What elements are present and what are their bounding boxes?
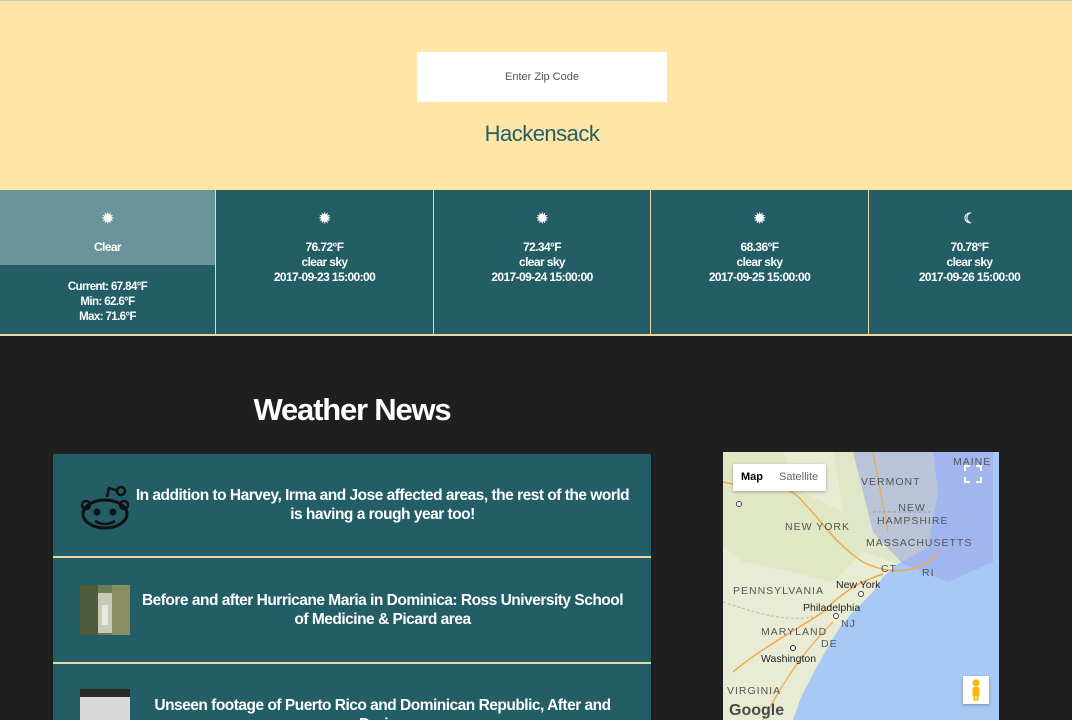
sun-icon: ✹: [753, 210, 766, 226]
forecast-day: ✹ 68.36°F clear sky 2017-09-25 15:00:00: [650, 190, 868, 334]
map-label-new-hampshire: NEW HAMPSHIRE: [877, 502, 949, 527]
map-type-map-button[interactable]: Map: [733, 464, 771, 491]
forecast-temp: 72.34°F: [523, 240, 562, 254]
today-summary: ✹ Clear: [0, 190, 215, 265]
today-min-temp: Min: 62.6°F: [80, 296, 135, 308]
map-label-de: DE: [821, 638, 838, 650]
map-label-vermont: VERMONT: [861, 476, 921, 488]
forecast-description: clear sky: [736, 255, 784, 269]
today-card: ✹ Clear Current: 67.84°F Min: 62.6°F Max…: [0, 190, 215, 334]
zip-code-input[interactable]: [417, 52, 667, 102]
forecast-temp: 76.72°F: [305, 240, 345, 254]
forecast-day: ✹ 72.34°F clear sky 2017-09-24 15:00:00: [433, 190, 650, 334]
news-headline[interactable]: Unseen footage of Puerto Rico and Domini…: [135, 696, 630, 720]
forecast-datetime: 2017-09-23 15:00:00: [273, 270, 376, 284]
reddit-alien-icon: [80, 485, 130, 530]
map-label-philadelphia: Philadelphia: [803, 602, 861, 614]
map-label-massachusetts: MASSACHUSETTS: [866, 537, 973, 549]
news-headline[interactable]: In addition to Harvey, Irma and Jose aff…: [135, 486, 630, 524]
forecast-description: clear sky: [301, 255, 349, 269]
pegman-icon: [972, 679, 980, 701]
forecast-datetime: 2017-09-25 15:00:00: [708, 270, 811, 284]
map-type-satellite-button[interactable]: Satellite: [771, 464, 826, 491]
news-item[interactable]: Unseen footage of Puerto Rico and Domini…: [53, 664, 651, 720]
map-label-maryland: MARYLAND: [761, 626, 828, 638]
forecast-description: clear sky: [946, 255, 994, 269]
map-label-new-york-city: New York: [836, 579, 881, 591]
city-name: Hackensack: [484, 121, 600, 146]
today-current-temp: Current: 67.84°F: [67, 281, 148, 293]
street-view-pegman-button[interactable]: [963, 676, 989, 704]
news-heading: Weather News: [253, 392, 452, 427]
map-label-pennsylvania: PENNSYLVANIA: [733, 585, 824, 597]
news-photo-thumbnail: [80, 585, 130, 635]
today-temps: Current: 67.84°F Min: 62.6°F Max: 71.6°F: [0, 280, 215, 325]
header: Hackensack: [0, 0, 1072, 190]
map-label-new-york-state: NEW YORK: [785, 521, 850, 533]
news-photo-thumbnail: [80, 689, 130, 720]
today-max-temp: Max: 71.6°F: [79, 311, 136, 323]
forecast-temp: 70.78°F: [950, 240, 990, 254]
forecast-datetime: 2017-09-26 15:00:00: [918, 270, 1021, 284]
forecast-temp: 68.36°F: [740, 240, 780, 254]
forecast-day: ✹ 76.72°F clear sky 2017-09-23 15:00:00: [215, 190, 433, 334]
forecast-strip: ✹ Clear Current: 67.84°F Min: 62.6°F Max…: [0, 190, 1072, 336]
news-item[interactable]: Before and after Hurricane Maria in Domi…: [53, 558, 651, 664]
sun-icon: ✹: [101, 210, 114, 226]
map-type-control: Map Satellite: [733, 464, 827, 491]
map-label-virginia: VIRGINIA: [727, 685, 782, 697]
news-headline[interactable]: Before and after Hurricane Maria in Domi…: [135, 591, 630, 629]
today-description: Clear: [93, 240, 122, 254]
news-item[interactable]: In addition to Harvey, Irma and Jose aff…: [53, 454, 651, 558]
fullscreen-icon[interactable]: [963, 464, 983, 484]
forecast-description: clear sky: [519, 255, 566, 269]
map[interactable]: VERMONT MAINE NEW HAMPSHIRE NEW YORK MAS…: [723, 452, 999, 720]
moon-icon: ☾: [963, 210, 977, 226]
sun-icon: ✹: [536, 210, 548, 226]
forecast-datetime: 2017-09-24 15:00:00: [491, 270, 593, 284]
google-logo: Google: [729, 702, 785, 719]
forecast-day: ☾ 70.78°F clear sky 2017-09-26 15:00:00: [868, 190, 1070, 334]
map-label-ct: CT: [881, 563, 897, 575]
map-label-nj: NJ: [841, 618, 856, 630]
map-label-ri: RI: [922, 567, 935, 579]
sun-icon: ✹: [318, 210, 331, 226]
map-label-washington: Washington: [761, 653, 817, 665]
